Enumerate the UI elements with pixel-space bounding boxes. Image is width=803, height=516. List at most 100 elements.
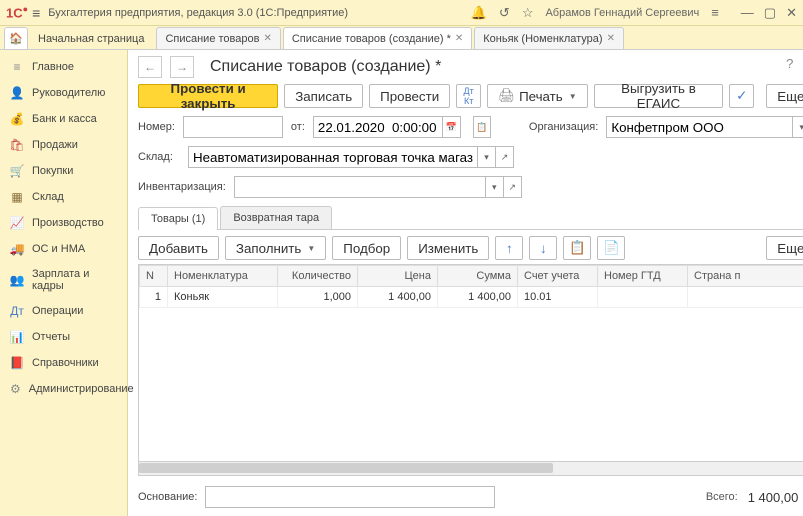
move-up-button[interactable]: ↑ xyxy=(495,236,523,260)
date-input[interactable] xyxy=(313,116,443,138)
col-cena[interactable]: Цена xyxy=(358,266,438,287)
sklad-open-button[interactable]: ↗ xyxy=(496,146,514,168)
chevron-down-icon: ▼ xyxy=(569,92,577,101)
nomer-input[interactable] xyxy=(183,116,283,138)
tab-close-icon[interactable]: ✕ xyxy=(607,33,615,44)
col-gtd[interactable]: Номер ГТД xyxy=(598,266,688,287)
subtab-tovary[interactable]: Товары (1) xyxy=(138,207,218,230)
podbor-button[interactable]: Подбор xyxy=(332,236,401,260)
subtab-tara[interactable]: Возвратная тара xyxy=(220,206,332,229)
dtkt-button[interactable]: ДтКт xyxy=(456,84,481,108)
help-icon[interactable]: ? xyxy=(786,56,793,72)
col-kol[interactable]: Количество xyxy=(278,266,358,287)
izmenit-button[interactable]: Изменить xyxy=(407,236,489,260)
sidebar-item-pokupki[interactable]: 🛒Покупки xyxy=(0,158,127,184)
sidebar-item-operacii[interactable]: ДтОперации xyxy=(0,298,127,324)
col-strana[interactable]: Страна п xyxy=(688,266,803,287)
history-icon[interactable]: ↺ xyxy=(499,5,510,21)
cell-strana[interactable] xyxy=(688,287,803,308)
egais-button[interactable]: Выгрузить в ЕГАИС xyxy=(594,84,724,108)
sidebar-item-spravochniki[interactable]: 📕Справочники xyxy=(0,350,127,376)
tab-konyak[interactable]: Коньяк (Номенклатура)✕ xyxy=(474,27,624,49)
check-button[interactable]: ✓ xyxy=(729,84,754,108)
ot-label: от: xyxy=(291,121,305,133)
sidebar-item-os-nma[interactable]: 🚚ОС и НМА xyxy=(0,236,127,262)
calendar-icon: 📅 xyxy=(446,122,457,133)
sidebar-item-sklad[interactable]: ▦Склад xyxy=(0,184,127,210)
person-icon: 👤 xyxy=(10,86,24,100)
calendar-button[interactable]: 📅 xyxy=(443,116,461,138)
move-down-button[interactable]: ↓ xyxy=(529,236,557,260)
table-row[interactable]: 1 Коньяк 1,000 1 400,00 1 400,00 10.01 xyxy=(140,287,803,308)
osn-input[interactable] xyxy=(205,486,495,508)
sidebar: ≡Главное 👤Руководителю 💰Банк и касса 🛍Пр… xyxy=(0,50,128,516)
inv-input[interactable] xyxy=(234,176,486,198)
tab-spisanie-create[interactable]: Списание товаров (создание) *✕ xyxy=(283,27,472,49)
cell-kol[interactable]: 1,000 xyxy=(278,287,358,308)
col-summa[interactable]: Сумма xyxy=(438,266,518,287)
start-page-tab[interactable]: Начальная страница xyxy=(28,29,154,49)
cell-n[interactable]: 1 xyxy=(140,287,168,308)
tab-spisanie[interactable]: Списание товаров✕ xyxy=(156,27,280,49)
minimize-icon[interactable]: — xyxy=(741,5,754,21)
sidebar-item-admin[interactable]: ⚙Администрирование xyxy=(0,376,127,402)
more-icon[interactable]: ⋮ xyxy=(799,56,803,72)
tab-close-icon[interactable]: ✕ xyxy=(263,33,271,44)
chart-icon: 📈 xyxy=(10,216,24,230)
link-button[interactable]: 📋 xyxy=(473,116,491,138)
cell-summa[interactable]: 1 400,00 xyxy=(438,287,518,308)
more-button[interactable]: Еще▼ xyxy=(766,84,803,108)
inv-open-button[interactable]: ↗ xyxy=(504,176,522,198)
paste-button[interactable]: 📄 xyxy=(597,236,625,260)
cell-nomen[interactable]: Коньяк xyxy=(168,287,278,308)
org-dropdown-button[interactable]: ▾ xyxy=(793,116,803,138)
grid[interactable]: N Номенклатура Количество Цена Сумма Сче… xyxy=(138,264,803,462)
maximize-icon[interactable]: ▢ xyxy=(764,5,776,21)
sklad-input[interactable] xyxy=(188,146,478,168)
forward-button[interactable]: → xyxy=(170,56,194,78)
user-label[interactable]: Абрамов Геннадий Сергеевич xyxy=(545,7,699,19)
copy-button[interactable]: 📋 xyxy=(563,236,591,260)
col-nomen[interactable]: Номенклатура xyxy=(168,266,278,287)
tab-close-icon[interactable]: ✕ xyxy=(455,33,463,44)
back-button[interactable]: ← xyxy=(138,56,162,78)
col-n[interactable]: N xyxy=(140,266,168,287)
link-icon: 📋 xyxy=(476,122,487,133)
cell-cena[interactable]: 1 400,00 xyxy=(358,287,438,308)
settings-icon[interactable]: ≡ xyxy=(711,5,719,20)
provesti-button[interactable]: Провести xyxy=(369,84,450,108)
sklad-dropdown-button[interactable]: ▾ xyxy=(478,146,496,168)
paste-icon: 📄 xyxy=(603,240,620,256)
sidebar-item-zarplata[interactable]: 👥Зарплата и кадры xyxy=(0,262,127,298)
dobavit-button[interactable]: Добавить xyxy=(138,236,219,260)
sidebar-item-rukovoditelu[interactable]: 👤Руководителю xyxy=(0,80,127,106)
grid-icon: ▦ xyxy=(10,190,24,204)
bell-icon[interactable]: 🔔 xyxy=(471,5,487,21)
money-icon: 💰 xyxy=(10,112,24,126)
org-input[interactable] xyxy=(606,116,793,138)
zapolnit-button[interactable]: Заполнить▼ xyxy=(225,236,326,260)
star-icon[interactable]: ☆ xyxy=(522,5,534,21)
sidebar-item-bank[interactable]: 💰Банк и касса xyxy=(0,106,127,132)
inv-dropdown-button[interactable]: ▾ xyxy=(486,176,504,198)
grid-more-button[interactable]: Еще▼ xyxy=(766,236,803,260)
h-scrollbar[interactable] xyxy=(138,462,803,476)
pechat-button[interactable]: 🖨Печать▼ xyxy=(487,84,588,108)
sidebar-item-glavnoe[interactable]: ≡Главное xyxy=(0,54,127,80)
sidebar-item-otchety[interactable]: 📊Отчеты xyxy=(0,324,127,350)
menu-icon[interactable]: ≡ xyxy=(32,5,40,21)
home-tab[interactable]: 🏠 xyxy=(4,27,28,49)
provesti-zakryt-button[interactable]: Провести и закрыть xyxy=(138,84,278,108)
truck-icon: 🚚 xyxy=(10,242,24,256)
grid-header-row: N Номенклатура Количество Цена Сумма Сче… xyxy=(140,266,803,287)
cell-schet[interactable]: 10.01 xyxy=(518,287,598,308)
col-schet[interactable]: Счет учета xyxy=(518,266,598,287)
close-icon[interactable]: ✕ xyxy=(786,5,797,21)
cell-gtd[interactable] xyxy=(598,287,688,308)
sidebar-item-prodazhi[interactable]: 🛍Продажи xyxy=(0,132,127,158)
arrow-up-icon: ↑ xyxy=(506,241,513,256)
scrollbar-thumb[interactable] xyxy=(139,463,553,473)
sidebar-item-proizvodstvo[interactable]: 📈Производство xyxy=(0,210,127,236)
titlebar: 1C● ≡ Бухгалтерия предприятия, редакция … xyxy=(0,0,803,26)
zapisat-button[interactable]: Записать xyxy=(284,84,363,108)
